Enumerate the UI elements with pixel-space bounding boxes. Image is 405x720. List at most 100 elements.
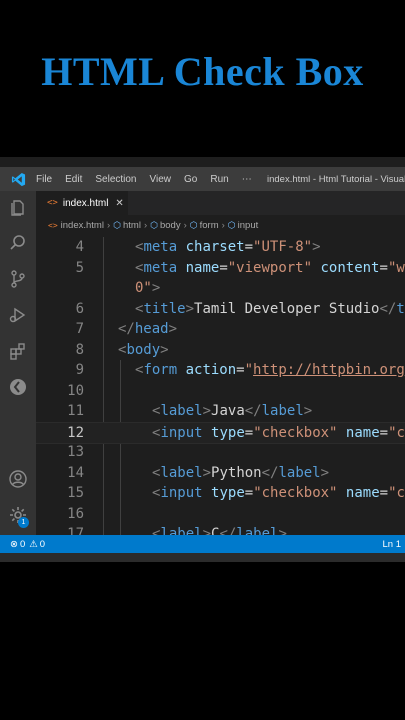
tab-index-html[interactable]: <> index.html ✕ [36, 191, 128, 215]
remote-icon[interactable] [8, 377, 28, 397]
html-file-icon: <> [48, 220, 58, 230]
line-number: 5 [75, 259, 84, 276]
code-token: head [134, 321, 169, 337]
tab-label: index.html [62, 197, 109, 209]
code-line[interactable]: 8 <body> [36, 340, 405, 361]
code-token: </ [219, 526, 237, 535]
code-line[interactable]: 4 <meta charset="UTF-8"> [36, 237, 405, 258]
code-token: > [202, 464, 212, 481]
code-token: > [320, 464, 330, 481]
code-line[interactable]: 13 [36, 442, 405, 463]
code-token: > [160, 341, 169, 358]
editor-area: <> index.html ✕ <> index.html › ⬡ html › ⬡ body… [36, 191, 405, 535]
code-token: http://httpbin.org [253, 362, 405, 378]
warning-count[interactable]: 0 [40, 539, 45, 550]
code-token: Tamil Developer Studio [194, 300, 380, 317]
breadcrumb-item[interactable]: input [238, 220, 259, 231]
menu-item[interactable]: View [150, 174, 172, 185]
vscode-logo-icon [0, 172, 36, 187]
line-number: 15 [67, 485, 84, 501]
code-line[interactable]: 11 <label>Java</label> [36, 401, 405, 422]
code-token: </ [261, 464, 279, 481]
code-text: </head> [118, 319, 177, 340]
extensions-icon[interactable] [8, 341, 28, 361]
code-line[interactable]: 10 [36, 381, 405, 402]
warning-icon[interactable]: ⚠ [29, 539, 38, 550]
code-text: <body> [118, 340, 169, 361]
code-line[interactable]: 7 </head> [36, 319, 405, 340]
line-number: 17 [67, 526, 84, 535]
close-icon[interactable]: ✕ [115, 198, 123, 209]
code-token: "checkbox" [253, 485, 338, 501]
code-token: > [312, 239, 321, 255]
error-icon[interactable]: ⊗ [10, 539, 18, 550]
line-number: 12 [67, 424, 84, 441]
code-token: > [151, 280, 161, 296]
code-line[interactable]: 5 <meta name="viewport" content="wi [36, 258, 405, 279]
code-line[interactable]: 12 <input type="checkbox" name="ch [36, 421, 405, 444]
menu-item[interactable]: Run [210, 174, 228, 185]
line-number: 10 [67, 382, 84, 399]
menu-item[interactable]: File [36, 174, 52, 185]
breadcrumb-item[interactable]: form [200, 220, 219, 231]
code-token: Python [211, 464, 262, 481]
breadcrumb-item[interactable]: html [123, 220, 141, 231]
code-token: = [379, 259, 388, 276]
code-line[interactable]: 14 <label>Python</label> [36, 463, 405, 484]
code-token: </ [118, 321, 135, 337]
line-number: 11 [67, 403, 84, 419]
code-token: ti [396, 300, 405, 317]
line-number: 4 [75, 239, 84, 255]
menu-item[interactable]: Go [184, 174, 197, 185]
code-token: > [185, 300, 195, 317]
vscode-window: File Edit Selection View Go Run ⋯ index.html -… [0, 157, 405, 562]
code-token: title [143, 300, 186, 317]
code-text: <input type="checkbox" name="ch [152, 483, 405, 504]
explorer-icon[interactable] [8, 197, 28, 217]
code-token: label [236, 526, 279, 535]
source-control-icon[interactable] [8, 269, 28, 289]
code-line[interactable]: 0"> [36, 278, 405, 299]
menu-item[interactable]: Selection [95, 174, 136, 185]
code-line[interactable]: 9 <form action="http://httpbin.org [36, 360, 405, 381]
menu-bar: File Edit Selection View Go Run ⋯ [36, 174, 265, 185]
title-bar: File Edit Selection View Go Run ⋯ index.html -… [0, 167, 405, 191]
line-number: 8 [75, 341, 84, 358]
code-token: </ [379, 300, 397, 317]
tab-bar: <> index.html ✕ [36, 191, 405, 215]
code-token: type [211, 485, 245, 501]
code-token: "checkbox" [253, 424, 338, 441]
code-token: 0" [135, 280, 152, 296]
breadcrumb: <> index.html › ⬡ html › ⬡ body › ⬡ form › ⬡ input [36, 217, 405, 233]
code-token: = [379, 485, 389, 501]
code-token: = [244, 485, 254, 501]
video-title: HTML Check Box [41, 49, 364, 94]
line-number: 13 [67, 444, 84, 460]
code-line[interactable]: 15 <input type="checkbox" name="ch [36, 483, 405, 504]
menu-item[interactable]: Edit [65, 174, 82, 185]
error-count[interactable]: 0 [20, 539, 25, 550]
code-token: </ [244, 403, 262, 419]
code-editor[interactable]: 4 <meta charset="UTF-8"> 5 <meta name="view… [36, 237, 405, 535]
code-token: label [160, 526, 203, 535]
breadcrumb-item[interactable]: body [160, 220, 181, 231]
cursor-position[interactable]: Ln 1 [383, 539, 402, 550]
notification-badge: 1 [18, 517, 29, 528]
search-icon[interactable] [8, 233, 28, 253]
menu-item[interactable]: ⋯ [242, 174, 252, 185]
code-token: type [211, 424, 245, 441]
code-text: <title>Tamil Developer Studio</ti [135, 299, 405, 320]
code-token: name [345, 485, 380, 501]
code-line[interactable]: 16 [36, 504, 405, 525]
code-line[interactable]: 6 <title>Tamil Developer Studio</ti [36, 299, 405, 320]
breadcrumb-item[interactable]: index.html [61, 220, 104, 231]
run-debug-icon[interactable] [8, 305, 28, 325]
line-number: 14 [67, 464, 84, 481]
account-icon[interactable] [8, 469, 28, 489]
code-token: = [244, 239, 254, 255]
code-line[interactable]: 17 <label>C</label> [36, 524, 405, 535]
code-token: name [185, 259, 220, 276]
code-text: 0"> [135, 278, 160, 299]
